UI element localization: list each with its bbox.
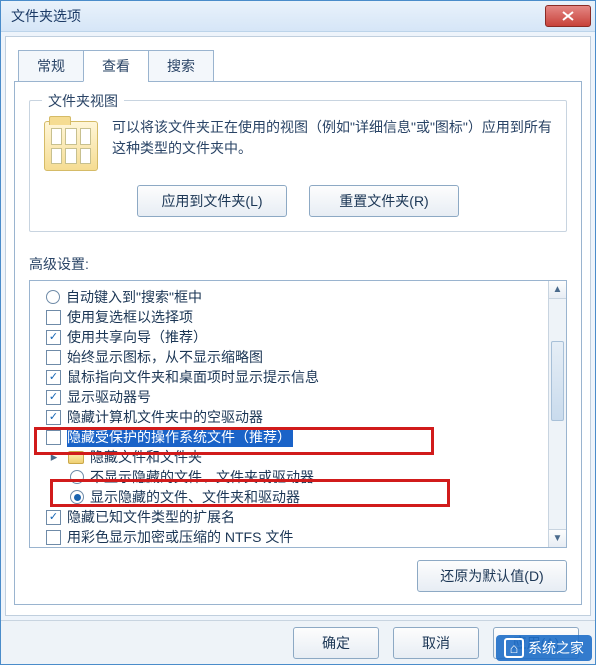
folder-views-row: 可以将该文件夹正在使用的视图（例如"详细信息"或"图标"）应用到所有这种类型的文… [44, 117, 552, 171]
scroll-up-icon[interactable]: ▲ [549, 281, 566, 299]
setting-label[interactable]: 用彩色显示加密或压缩的 NTFS 文件 [67, 527, 293, 547]
restore-defaults-button[interactable]: 还原为默认值(D) [417, 560, 567, 592]
cancel-button[interactable]: 取消 [393, 627, 479, 659]
setting-label[interactable]: 使用共享向导（推荐） [67, 327, 207, 347]
setting-item-8: ▸ 隐藏文件和文件夹 [38, 447, 544, 467]
setting-item-6: 隐藏计算机文件夹中的空驱动器 [38, 407, 544, 427]
setting-label[interactable]: 自动键入到"搜索"框中 [66, 287, 202, 307]
setting-item-9: 不显示隐藏的文件、文件夹或驱动器 [38, 467, 544, 487]
checkbox[interactable] [46, 430, 61, 445]
close-icon [562, 11, 574, 21]
setting-item-10: 显示隐藏的文件、文件夹和驱动器 [38, 487, 544, 507]
setting-label[interactable]: 显示驱动器号 [67, 387, 151, 407]
folder-icon [44, 121, 98, 171]
checkbox[interactable] [46, 390, 61, 405]
setting-label[interactable]: 使用复选框以选择项 [67, 307, 193, 327]
advanced-settings-label: 高级设置: [29, 254, 567, 274]
restore-defaults-row: 还原为默认值(D) [29, 560, 567, 592]
window-title: 文件夹选项 [11, 6, 81, 26]
setting-item-4: 鼠标指向文件夹和桌面项时显示提示信息 [38, 367, 544, 387]
setting-label[interactable]: 始终显示图标，从不显示缩略图 [67, 347, 263, 367]
radio[interactable] [70, 490, 84, 504]
folder-views-desc: 可以将该文件夹正在使用的视图（例如"详细信息"或"图标"）应用到所有这种类型的文… [112, 117, 552, 171]
setting-label[interactable]: 显示隐藏的文件、文件夹和驱动器 [90, 487, 300, 507]
setting-item-11: 隐藏已知文件类型的扩展名 [38, 507, 544, 527]
radio[interactable] [46, 290, 60, 304]
checkbox[interactable] [46, 530, 61, 545]
checkbox[interactable] [46, 510, 61, 525]
reset-folders-button[interactable]: 重置文件夹(R) [309, 185, 459, 217]
setting-label[interactable]: 隐藏受保护的操作系统文件（推荐） [67, 427, 293, 447]
setting-item-1: 使用复选框以选择项 [38, 307, 544, 327]
setting-label[interactable]: 隐藏计算机文件夹中的空驱动器 [67, 407, 263, 427]
folder-views-legend: 文件夹视图 [42, 91, 124, 111]
advanced-settings-inner: 自动键入到"搜索"框中使用复选框以选择项使用共享向导（推荐）始终显示图标，从不显… [30, 281, 548, 547]
tab-panel-view: 文件夹视图 可以将该文件夹正在使用的视图（例如"详细信息"或"图标"）应用到所有… [14, 81, 582, 605]
radio[interactable] [70, 470, 84, 484]
checkbox[interactable] [46, 310, 61, 325]
apply-to-folders-button[interactable]: 应用到文件夹(L) [137, 185, 287, 217]
tab-view[interactable]: 查看 [83, 50, 149, 82]
checkbox[interactable] [46, 410, 61, 425]
checkbox[interactable] [46, 370, 61, 385]
close-button[interactable] [545, 5, 591, 27]
setting-label[interactable]: 鼠标指向文件夹和桌面项时显示提示信息 [67, 367, 319, 387]
setting-item-5: 显示驱动器号 [38, 387, 544, 407]
folder-options-window: 文件夹选项 常规 查看 搜索 文件夹视图 可以将该文件夹正在使用的视图（例如"详… [0, 0, 596, 665]
setting-item-0: 自动键入到"搜索"框中 [38, 287, 544, 307]
setting-item-2: 使用共享向导（推荐） [38, 327, 544, 347]
content-area: 常规 查看 搜索 文件夹视图 可以将该文件夹正在使用的视图（例如"详细信息"或"… [5, 36, 591, 616]
checkbox[interactable] [46, 350, 61, 365]
titlebar: 文件夹选项 [1, 1, 595, 32]
setting-item-7: 隐藏受保护的操作系统文件（推荐） [38, 427, 544, 447]
folder-icon [68, 451, 84, 464]
scrollbar[interactable]: ▲ ▼ [548, 281, 566, 547]
watermark: ⌂ 系统之家 [496, 635, 592, 661]
checkbox[interactable] [46, 330, 61, 345]
scroll-down-icon[interactable]: ▼ [549, 529, 566, 547]
tab-general[interactable]: 常规 [18, 50, 84, 82]
setting-label[interactable]: 隐藏文件和文件夹 [90, 447, 202, 467]
tab-strip: 常规 查看 搜索 [18, 49, 582, 81]
expand-icon[interactable]: ▸ [46, 449, 62, 465]
setting-label[interactable]: 隐藏已知文件类型的扩展名 [67, 507, 235, 527]
folder-views-buttons: 应用到文件夹(L) 重置文件夹(R) [44, 185, 552, 217]
advanced-settings-list: 自动键入到"搜索"框中使用复选框以选择项使用共享向导（推荐）始终显示图标，从不显… [29, 280, 567, 548]
setting-item-12: 用彩色显示加密或压缩的 NTFS 文件 [38, 527, 544, 547]
setting-label[interactable]: 不显示隐藏的文件、文件夹或驱动器 [90, 467, 314, 487]
ok-button[interactable]: 确定 [293, 627, 379, 659]
watermark-logo-icon: ⌂ [504, 638, 524, 658]
tab-search[interactable]: 搜索 [148, 50, 214, 82]
scroll-thumb[interactable] [551, 341, 564, 421]
folder-views-group: 文件夹视图 可以将该文件夹正在使用的视图（例如"详细信息"或"图标"）应用到所有… [29, 100, 567, 232]
setting-item-3: 始终显示图标，从不显示缩略图 [38, 347, 544, 367]
watermark-text: 系统之家 [528, 638, 584, 658]
